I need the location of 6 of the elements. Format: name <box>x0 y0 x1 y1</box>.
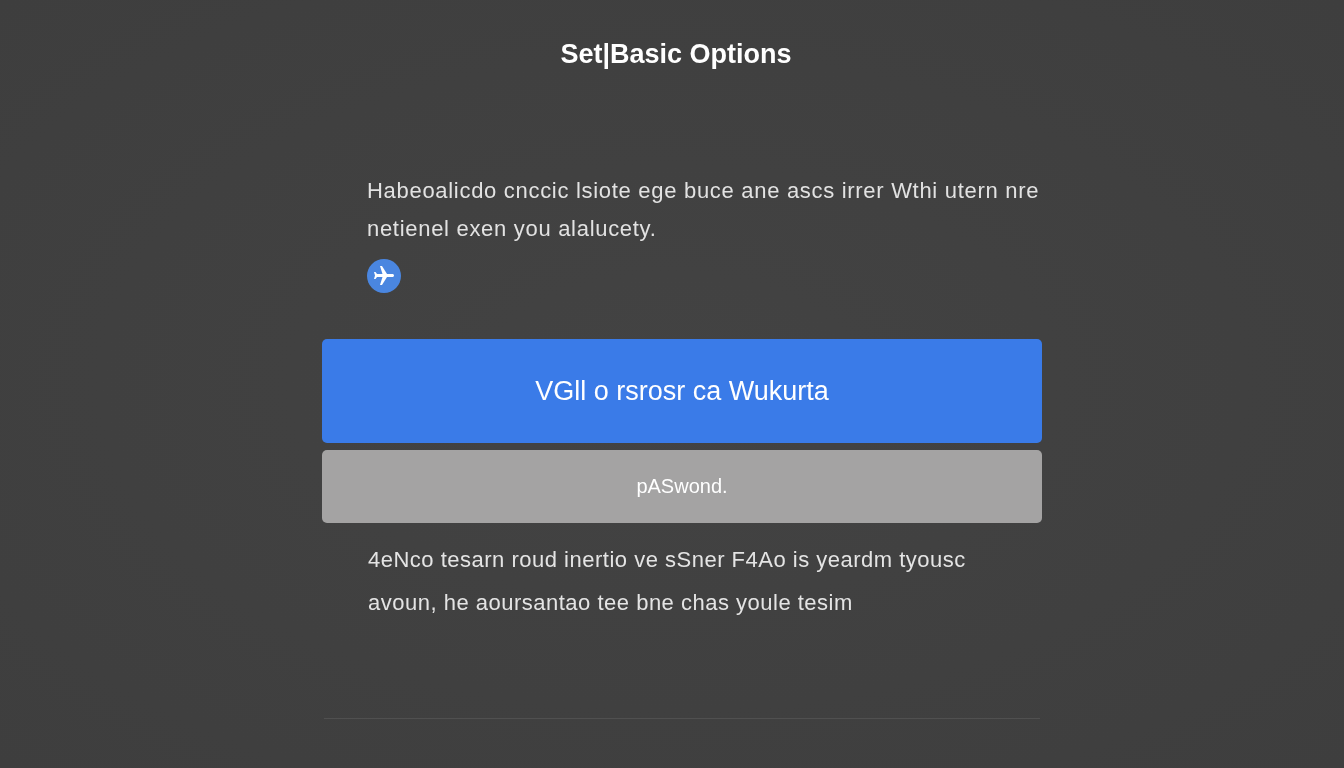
intro-text: Habeoalicdo cnccic lsiote ege buce ane ascs irrer Wthi utern nre netienel exen you alalucety. <box>367 177 1041 243</box>
page-title: Set|Basic Options <box>560 38 792 70</box>
password-button[interactable]: pASwond. <box>322 450 1042 523</box>
primary-button[interactable]: VGll o rsrosr ca Wukurta <box>322 339 1042 443</box>
note-text: 4eNco tesarn roud inertio ve sSner F4Ao is yeardm tyousc avoun, he aoursantao tee bne chas youle tesim <box>368 546 967 617</box>
airplane-icon <box>367 259 401 293</box>
